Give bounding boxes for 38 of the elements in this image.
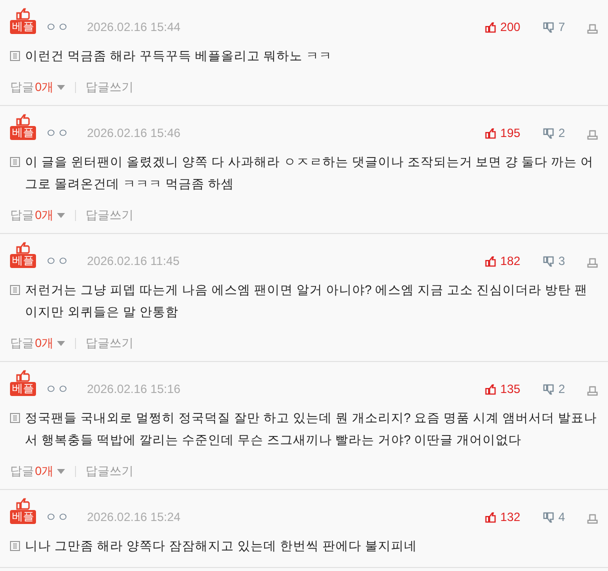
author-name[interactable]: ㅇㅇ <box>45 20 69 34</box>
comment-text: 이 글을 윈터팬이 올렸겠니 양쪽 다 사과해라 ㅇㅈㄹ하는 댓글이나 조작되는거 보면 걍 둘다 까는 어그로 몰려온건데 ㅋㅋㅋ 먹금좀 하셈 <box>25 154 595 193</box>
write-reply-link[interactable]: 답글쓰기 <box>86 78 134 96</box>
best-badge: 베플 <box>10 126 36 140</box>
write-reply-link[interactable]: 답글쓰기 <box>86 206 134 224</box>
like-button[interactable]: 200 <box>485 20 520 34</box>
author-name[interactable]: ㅇㅇ <box>45 382 69 396</box>
comment-date: 2026.02.16 15:46 <box>87 126 180 140</box>
like-button[interactable]: 132 <box>485 510 520 524</box>
replies-toggle[interactable]: 답글0개 <box>10 78 65 96</box>
comment-date: 2026.02.16 15:44 <box>87 20 180 34</box>
like-button[interactable]: 182 <box>485 254 520 268</box>
best-badge: 베플 <box>10 382 36 396</box>
replies-toggle[interactable]: 답글0개 <box>10 334 65 352</box>
comment-text: 저런거는 그냥 피뎁 따는게 나음 에스엠 팬이면 알거 아니야? 에스엠 지금 고소 진심이더라 방탄 팬이지만 외퀴들은 말 안통함 <box>25 282 589 321</box>
write-reply-link[interactable]: 답글쓰기 <box>86 334 134 352</box>
comment-date: 2026.02.16 15:24 <box>87 510 180 524</box>
dislike-button[interactable]: 2 <box>543 126 565 140</box>
write-reply-link[interactable]: 답글쓰기 <box>86 462 134 480</box>
comment-text: 정국팬들 국내외로 멀쩡히 정국덕질 잘만 하고 있는데 뭔 개소리지? 요즘 명품 시계 앰버서더 발표나서 행복충들 떡밥에 깔리는 수준인데 무슨 즈그새끼나 빨라는 거야? 이딴글 개어이없다 <box>25 410 598 449</box>
dislike-button[interactable]: 2 <box>543 382 565 396</box>
author-name[interactable]: ㅇㅇ <box>45 126 69 140</box>
replies-toggle[interactable]: 답글0개 <box>10 206 65 224</box>
dislike-button[interactable]: 3 <box>543 254 565 268</box>
like-button[interactable]: 135 <box>485 382 520 396</box>
dislike-button[interactable]: 4 <box>543 510 565 524</box>
author-name[interactable]: ㅇㅇ <box>45 254 69 268</box>
best-badge: 베플 <box>10 254 36 268</box>
best-badge: 베플 <box>10 20 36 34</box>
dislike-button[interactable]: 7 <box>543 20 565 34</box>
comment-text: 이런건 먹금좀 해라 꾸득꾸득 베플올리고 뭐하노 ㅋㅋ <box>25 48 332 65</box>
author-name[interactable]: ㅇㅇ <box>45 510 69 524</box>
comment-date: 2026.02.16 15:16 <box>87 382 180 396</box>
replies-toggle[interactable]: 답글0개 <box>10 462 65 480</box>
comment-date: 2026.02.16 11:45 <box>87 254 180 268</box>
best-badge: 베플 <box>10 510 36 524</box>
like-button[interactable]: 195 <box>485 126 520 140</box>
comment-text: 니나 그만좀 해라 양쪽다 잠잠해지고 있는데 한번씩 판에다 불지피네 <box>25 538 417 555</box>
